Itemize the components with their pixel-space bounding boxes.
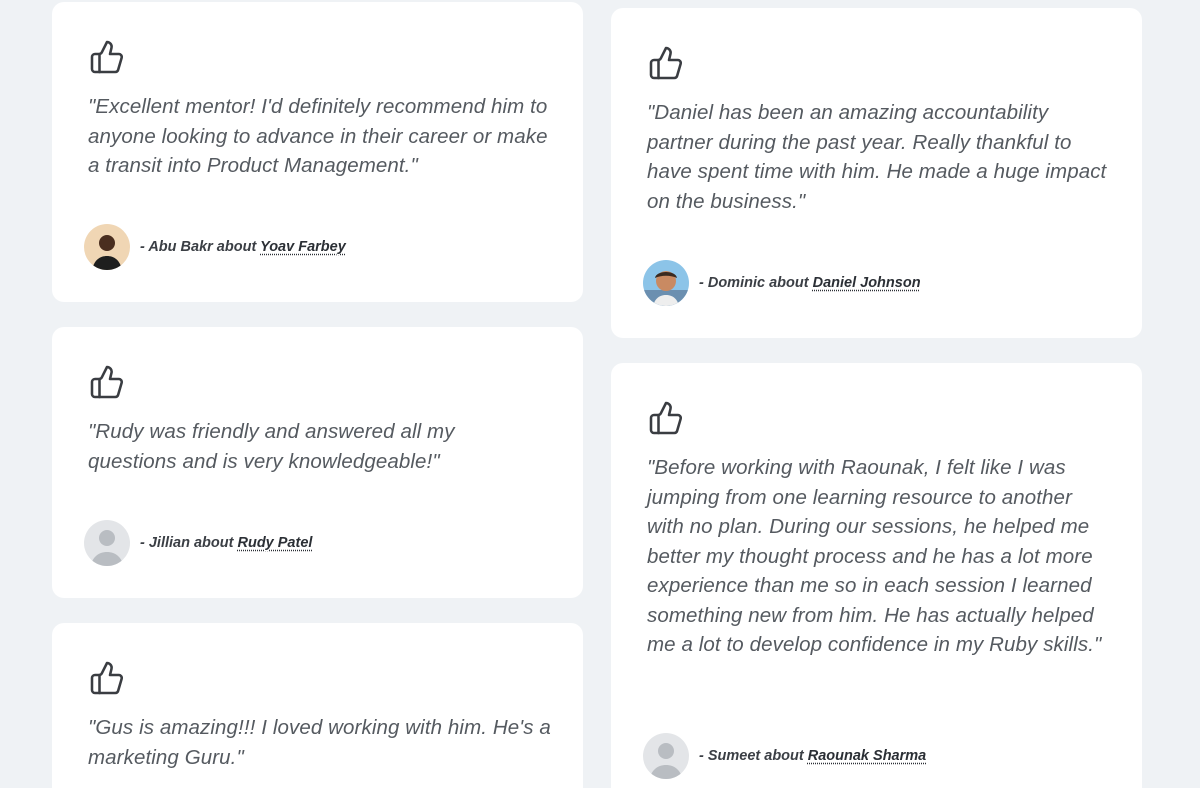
reviewer-avatar [84,224,130,270]
thumbs-up-icon [648,400,684,436]
reviewer-name: - Abu Bakr about [140,239,257,255]
mentor-profile-link[interactable]: Raounak Sharma [808,748,926,764]
testimonial-byline: - Dominic about Daniel Johnson [699,275,921,291]
testimonial-quote: "Gus is amazing!!! I loved working with … [88,716,551,769]
testimonial-author: - Sumeet about Raounak Sharma [643,732,926,780]
thumbs-up-icon [89,660,125,696]
testimonial-quote: "Rudy was friendly and answered all my q… [88,420,455,473]
testimonial-byline: - Abu Bakr about Yoav Farbey [140,239,346,255]
default-avatar [643,733,689,779]
mentor-profile-link[interactable]: Daniel Johnson [813,275,921,291]
testimonial-byline: - Sumeet about Raounak Sharma [699,748,926,764]
reviewer-name: - Jillian about [140,535,234,551]
testimonial-card: "Daniel has been an amazing accountabili… [611,8,1142,338]
testimonial-card: "Before working with Raounak, I felt lik… [611,363,1142,788]
testimonial-author: - Jillian about Rudy Patel [84,519,312,567]
thumbs-up-icon [89,364,125,400]
thumbs-up-icon [89,39,125,75]
testimonial-quote: "Before working with Raounak, I felt lik… [647,456,1102,656]
testimonial-author: - Dominic about Daniel Johnson [643,259,921,307]
testimonial-card: "Excellent mentor! I'd definitely recomm… [52,2,583,302]
testimonial-quote: "Daniel has been an amazing accountabili… [647,101,1107,213]
testimonial-byline: - Jillian about Rudy Patel [140,535,312,551]
default-avatar [84,520,130,566]
reviewer-avatar [643,260,689,306]
testimonial-quote: "Excellent mentor! I'd definitely recomm… [88,95,548,177]
thumbs-up-icon [648,45,684,81]
testimonial-card: "Rudy was friendly and answered all my q… [52,327,583,598]
reviewer-name: - Sumeet about [699,748,804,764]
mentor-profile-link[interactable]: Rudy Patel [237,535,312,551]
testimonial-card: "Gus is amazing!!! I loved working with … [52,623,583,788]
reviewer-name: - Dominic about [699,275,809,291]
mentor-profile-link[interactable]: Yoav Farbey [260,239,346,255]
testimonial-author: - Abu Bakr about Yoav Farbey [84,223,346,271]
